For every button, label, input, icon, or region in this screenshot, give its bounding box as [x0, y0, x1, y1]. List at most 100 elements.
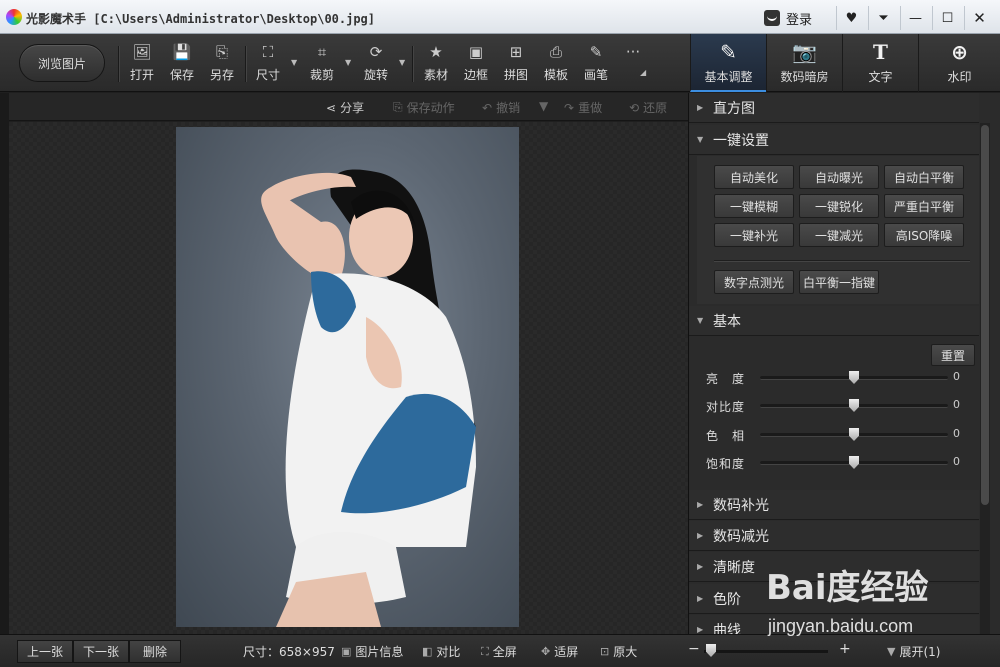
section-title: 色阶: [713, 591, 741, 608]
preset-button[interactable]: 一键补光: [714, 223, 794, 247]
preset-button[interactable]: 高ISO降噪: [884, 223, 964, 247]
slider-track[interactable]: [760, 399, 948, 412]
maximize-button[interactable]: ☐: [932, 6, 962, 30]
photo-preview[interactable]: [176, 127, 519, 627]
fullscreen-button[interactable]: ⛶ 全屏: [481, 643, 517, 660]
redo-button[interactable]: ↷ 重做: [564, 99, 602, 116]
menu-button[interactable]: ⏷: [868, 6, 898, 30]
undo-dropdown-icon[interactable]: ▼: [539, 99, 548, 113]
slider-knob[interactable]: [849, 456, 859, 469]
undo-button[interactable]: ↶ 撤销: [482, 99, 520, 116]
slider-track[interactable]: [760, 371, 948, 384]
restore-label: 还原: [643, 101, 668, 115]
resize-dropdown-icon[interactable]: ▼: [291, 58, 297, 67]
scrollbar-thumb[interactable]: [981, 125, 989, 505]
collage-icon: ⊞: [509, 43, 523, 61]
tool-save-as[interactable]: ⎘ 另存: [202, 42, 242, 86]
slider-track[interactable]: [760, 428, 948, 441]
preset-button[interactable]: 严重白平衡: [884, 194, 964, 218]
reset-button[interactable]: 重置: [931, 344, 975, 366]
preset-button[interactable]: 自动美化: [714, 165, 794, 189]
tool-material[interactable]: ★ 素材: [416, 42, 456, 86]
crop-dropdown-icon[interactable]: ▼: [345, 58, 351, 67]
section-digital-fill-light[interactable]: ▶ 数码补光: [689, 490, 979, 520]
slider-contrast[interactable]: 对比度 0: [689, 396, 979, 416]
slider-track[interactable]: [760, 456, 948, 469]
tool-crop[interactable]: ⌗ 裁剪: [302, 42, 342, 86]
browse-images-button[interactable]: 浏览图片: [19, 44, 105, 82]
minimize-button[interactable]: —: [900, 6, 930, 30]
tool-resize[interactable]: ⛶ 尺寸: [248, 42, 288, 86]
slider-knob[interactable]: [849, 428, 859, 441]
close-button[interactable]: ✕: [964, 6, 994, 30]
tab-digital-darkroom[interactable]: 📷 数码暗房: [766, 34, 842, 92]
rotate-icon: ⟳: [369, 43, 383, 61]
tool-brush[interactable]: ✎ 画笔: [576, 42, 616, 86]
original-size-button[interactable]: ⊡ 原大: [600, 643, 637, 660]
section-clarity[interactable]: ▶ 清晰度: [689, 552, 979, 582]
slider-hue[interactable]: 色 相 0: [689, 425, 979, 445]
tab-label: 基本调整: [704, 70, 753, 84]
tab-watermark[interactable]: ⊕ 水印: [918, 34, 1000, 92]
slider-brightness[interactable]: 亮 度 0: [689, 368, 979, 388]
tab-basic-adjust[interactable]: ✎ 基本调整: [690, 34, 766, 92]
tool-label: 裁剪: [309, 68, 334, 82]
delete-button[interactable]: 删除: [129, 640, 181, 663]
preset-button[interactable]: 一键模糊: [714, 194, 794, 218]
expand-arrow-icon: ▶: [697, 103, 704, 112]
image-size: 尺寸：658×957: [243, 643, 335, 660]
section-levels[interactable]: ▶ 色阶: [689, 584, 979, 614]
preset-button[interactable]: 自动曝光: [799, 165, 879, 189]
section-curves[interactable]: ▶ 曲线: [689, 615, 979, 634]
tool-border[interactable]: ▣ 边框: [456, 42, 496, 86]
tool-rotate[interactable]: ⟳ 旋转: [356, 42, 396, 86]
slider-label: 亮 度: [706, 372, 746, 386]
tool-label: 模板: [543, 68, 568, 82]
compare-button[interactable]: ◧ 对比: [422, 643, 460, 660]
preset-button[interactable]: 一键锐化: [799, 194, 879, 218]
save-action-button[interactable]: ⎘ 保存动作: [393, 99, 455, 116]
tool-collage[interactable]: ⊞ 拼图: [496, 42, 536, 86]
zoom-slider-track[interactable]: [704, 650, 828, 653]
slider-knob[interactable]: [849, 371, 859, 384]
tab-text[interactable]: T 文字: [842, 34, 918, 92]
zoom-out-button[interactable]: −: [688, 641, 700, 657]
next-image-button[interactable]: 下一张: [73, 640, 129, 663]
crop-icon: ⌗: [317, 43, 327, 61]
section-basic[interactable]: ▼ 基本: [689, 306, 979, 336]
tool-more[interactable]: ···: [613, 42, 653, 86]
preset-button[interactable]: 白平衡一指键: [799, 270, 879, 294]
slider-saturation[interactable]: 饱和度 0: [689, 453, 979, 473]
prev-image-button[interactable]: 上一张: [17, 640, 73, 663]
login-button[interactable]: 登录: [758, 6, 832, 30]
tool-template[interactable]: ⎙ 模板: [536, 42, 576, 86]
expand-button[interactable]: ▼ 展开(1): [887, 643, 940, 660]
tool-save[interactable]: 💾 保存: [162, 42, 202, 86]
rotate-dropdown-icon[interactable]: ▼: [399, 58, 405, 67]
image-info-button[interactable]: ▣ 图片信息: [341, 643, 403, 660]
tool-open[interactable]: 🖼 打开: [122, 42, 162, 86]
section-digital-reduce-light[interactable]: ▶ 数码减光: [689, 521, 979, 551]
zoom-in-button[interactable]: +: [839, 641, 851, 657]
resize-icon: ⛶: [262, 43, 274, 61]
tab-label: 水印: [947, 70, 972, 84]
expand-arrow-icon: ▶: [697, 500, 704, 509]
panel-scrollbar[interactable]: [980, 123, 990, 634]
preset-button[interactable]: 自动白平衡: [884, 165, 964, 189]
preset-button[interactable]: 一键减光: [799, 223, 879, 247]
skin-button[interactable]: ♥: [836, 6, 866, 30]
slider-label: 色 相: [706, 429, 746, 443]
fit-screen-button[interactable]: ✥ 适屏: [541, 643, 578, 660]
section-histogram[interactable]: ▶ 直方图: [689, 93, 979, 123]
zoom-slider-knob[interactable]: [706, 644, 716, 657]
more-expand-icon[interactable]: ◢: [640, 68, 646, 77]
preset-button[interactable]: 数字点测光: [714, 270, 794, 294]
restore-button[interactable]: ⟲ 还原: [629, 99, 667, 116]
toolbar-divider: [245, 46, 246, 82]
share-button[interactable]: ⋖ 分享: [326, 99, 364, 116]
slider-knob[interactable]: [849, 399, 859, 412]
section-title: 直方图: [713, 100, 755, 117]
close-icon: ✕: [973, 9, 986, 27]
section-one-click[interactable]: ▼ 一键设置: [689, 125, 979, 155]
expand-arrow-icon: ▶: [697, 625, 704, 634]
